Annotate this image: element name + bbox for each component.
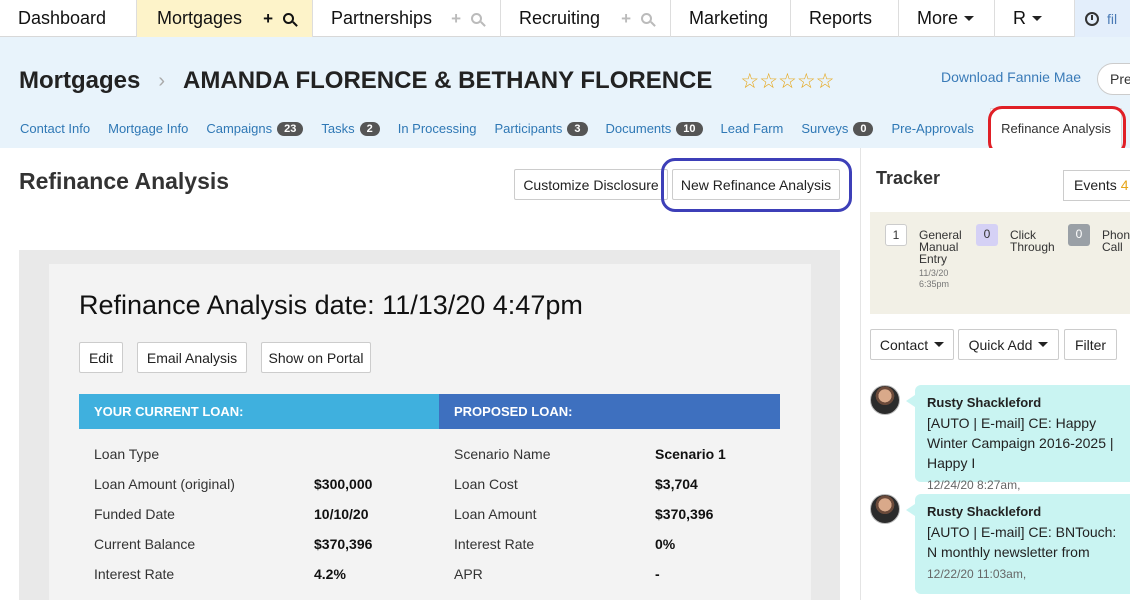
proposed-loan-value: - [655,566,660,582]
quick-add-dropdown[interactable]: Quick Add [958,329,1059,360]
filter-button[interactable]: Filter [1064,329,1117,360]
tab-campaigns[interactable]: Campaigns 23 [206,121,304,136]
feed-author: Rusty Shackleford [927,504,1042,519]
feed-time: 12/22/20 11:03am, [927,567,1027,581]
count-badge: 3 [567,121,588,136]
analysis-date: Refinance Analysis date: 11/13/20 4:47pm [79,290,583,320]
current-loan-value: $370,396 [314,536,373,552]
tab-surveys[interactable]: Surveys 0 [801,121,874,136]
proposed-loan-header: PROPOSED LOAN: [439,394,780,429]
current-loan-value: $300,000 [314,476,373,492]
proposed-loan-label: Interest Rate [454,536,535,552]
count-badge: 1 [885,224,907,246]
add-icon[interactable]: + [451,9,461,29]
avatar [870,494,900,524]
events-count: 4 [1120,177,1129,193]
activity-feed-item[interactable]: Rusty Shackleford [AUTO | E-mail] CE: Ha… [906,385,1130,492]
proposed-loan-value: $3,704 [655,476,698,492]
add-icon[interactable]: + [263,9,273,29]
record-tabs: Contact Info Mortgage Info Campaigns 23 T… [20,108,1122,148]
clock-icon [1085,11,1099,26]
rating-stars[interactable]: ☆☆☆☆☆ [740,69,834,94]
nav-more[interactable]: More [899,0,995,37]
chevron-down-icon [964,16,975,21]
proposed-loan-value: $370,396 [655,506,714,522]
chevron-down-icon [934,342,945,347]
events-dropdown[interactable]: Events 4 [1063,170,1130,201]
current-loan-value: 10/10/20 [314,506,369,522]
tracker-title: Tracker [876,168,941,188]
pre-button[interactable]: Pre [1097,63,1130,95]
tab-in-processing[interactable]: In Processing [398,121,477,136]
search-icon[interactable] [283,13,294,24]
breadcrumb-section[interactable]: Mortgages [19,67,140,95]
chevron-right-icon: › [158,69,166,92]
contact-dropdown[interactable]: Contact [870,329,954,360]
tracker-card-click-through[interactable]: 0 Click Through [976,224,1066,253]
edit-button[interactable]: Edit [79,342,123,373]
avatar [870,385,900,415]
count-badge: 10 [676,121,703,136]
count-badge: 0 [1068,224,1090,246]
tab-documents[interactable]: Documents 10 [606,121,703,136]
proposed-loan-value: Scenario 1 [655,446,726,462]
add-icon[interactable]: + [621,9,631,29]
feed-text: [AUTO | E-mail] CE: BNTouch: N monthly n… [927,524,1117,560]
time-tracker-button[interactable]: fil [1075,0,1130,37]
proposed-loan-label: Scenario Name [454,446,551,462]
tab-tasks[interactable]: Tasks 2 [321,121,380,136]
chevron-down-icon [1032,16,1042,21]
nav-user-menu[interactable]: R [995,0,1075,37]
proposed-loan-label: Loan Cost [454,476,518,492]
nav-dashboard[interactable]: Dashboard [0,0,137,37]
tab-participants[interactable]: Participants 3 [494,121,588,136]
page-title: Mortgages › AMANDA FLORENCE & BETHANY FL… [19,67,835,95]
search-icon[interactable] [641,13,652,24]
tab-pre-approvals[interactable]: Pre-Approvals [891,121,973,136]
nav-marketing[interactable]: Marketing [671,0,791,37]
feed-time: 12/24/20 8:27am, [927,478,1021,492]
client-name: AMANDA FLORENCE & BETHANY FLORENCE [183,67,713,94]
proposed-loan-label: APR [454,566,483,582]
count-badge: 23 [277,121,304,136]
feed-text: [AUTO | E-mail] CE: Happy Winter Campaig… [927,415,1114,471]
current-loan-header: YOUR CURRENT LOAN: [79,394,439,429]
show-on-portal-button[interactable]: Show on Portal [261,342,371,373]
current-loan-value: 4.2% [314,566,346,582]
tab-lead-farm[interactable]: Lead Farm [721,121,784,136]
section-title: Refinance Analysis [19,168,230,194]
count-badge: 2 [359,121,380,136]
nav-partnerships[interactable]: Partnerships + [313,0,501,37]
count-badge: 0 [853,121,874,136]
nav-reports[interactable]: Reports [791,0,899,37]
current-loan-label: Funded Date [94,506,175,522]
nav-mortgages[interactable]: Mortgages + [137,0,313,37]
search-icon[interactable] [471,13,482,24]
download-fannie-mae-link[interactable]: Download Fannie Mae [941,69,1081,85]
tracker-card-general[interactable]: 1 General Manual Entry 11/3/20 6:35pm [885,224,975,289]
feed-author: Rusty Shackleford [927,395,1042,410]
tab-mortgage-info[interactable]: Mortgage Info [108,121,188,136]
highlight-annotation-blue [661,158,852,212]
nav-recruiting[interactable]: Recruiting + [501,0,671,37]
customize-disclosure-button[interactable]: Customize Disclosure [514,169,668,200]
tracker-card-phone-call[interactable]: 0 Phone Call [1068,224,1130,253]
chevron-down-icon [1038,342,1049,347]
top-navigation: Dashboard Mortgages + Partnerships + Rec… [0,0,1130,37]
proposed-loan-label: Loan Amount [454,506,537,522]
email-analysis-button[interactable]: Email Analysis [137,342,247,373]
current-loan-label: Loan Amount (original) [94,476,235,492]
current-loan-label: Current Balance [94,536,196,552]
current-loan-label: Loan Type [94,446,160,462]
proposed-loan-value: 0% [655,536,676,552]
tab-contact-info[interactable]: Contact Info [20,121,90,136]
current-loan-label: Interest Rate [94,566,175,582]
count-badge: 0 [976,224,998,246]
activity-feed-item[interactable]: Rusty Shackleford [AUTO | E-mail] CE: BN… [906,494,1130,594]
